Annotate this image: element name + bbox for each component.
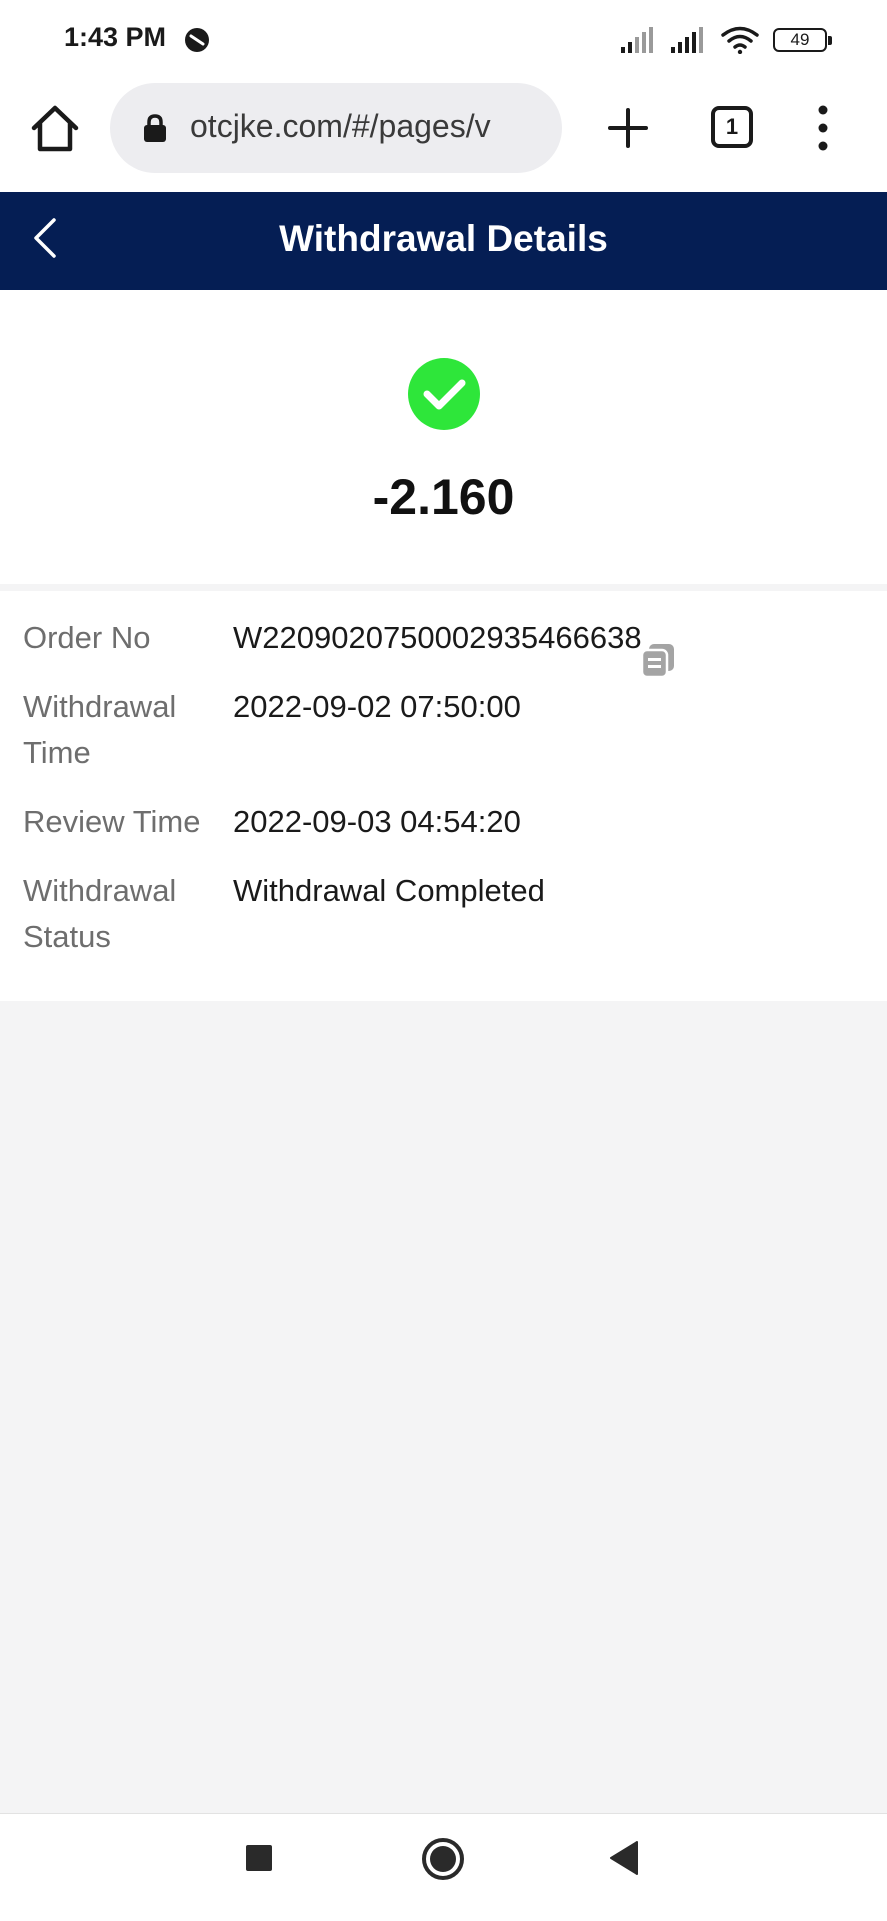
withdrawal-summary: -2.160 xyxy=(0,290,887,584)
status-bar: 1:43 PM 49 xyxy=(0,0,887,78)
withdrawal-details: Order No W2209020750002935466638 Withdra… xyxy=(0,591,887,1001)
new-tab-icon[interactable] xyxy=(606,106,650,150)
success-check-icon xyxy=(408,358,480,430)
browser-toolbar: otcjke.com/#/pages/v 1 xyxy=(0,78,887,192)
lock-icon xyxy=(144,114,166,142)
home-icon[interactable] xyxy=(28,102,82,156)
withdrawal-time-label: Withdrawal Time xyxy=(23,684,223,776)
review-time-label: Review Time xyxy=(23,804,201,839)
url-text[interactable]: otcjke.com/#/pages/v xyxy=(190,108,552,145)
review-time-value: 2022-09-03 04:54:20 xyxy=(233,804,521,839)
battery-icon: 49 xyxy=(773,28,832,52)
tab-switcher-button[interactable]: 1 xyxy=(711,106,753,148)
withdrawal-status-label-line1: Withdrawal xyxy=(23,873,177,908)
withdrawal-time-label-line1: Withdrawal xyxy=(23,689,177,724)
address-bar[interactable]: otcjke.com/#/pages/v xyxy=(110,83,562,173)
app-header: Withdrawal Details xyxy=(0,192,887,290)
order-no-label: Order No xyxy=(23,620,151,655)
signal-1-icon xyxy=(621,27,653,53)
withdrawal-time-value: 2022-09-02 07:50:00 xyxy=(233,689,521,724)
status-time: 1:43 PM xyxy=(64,22,167,52)
withdrawal-time-label-line2: Time xyxy=(23,735,91,770)
withdrawal-status-label: Withdrawal Status xyxy=(23,868,223,960)
withdrawal-status-label-line2: Status xyxy=(23,919,111,954)
do-not-disturb-icon xyxy=(185,28,209,52)
copy-icon[interactable] xyxy=(640,642,676,678)
withdrawal-status-value: Withdrawal Completed xyxy=(233,873,545,908)
recent-apps-icon[interactable] xyxy=(245,1844,273,1872)
wifi-icon xyxy=(721,26,759,54)
home-circle-icon[interactable] xyxy=(421,1837,465,1881)
signal-2-icon xyxy=(671,27,703,53)
order-no-value: W2209020750002935466638 xyxy=(233,620,642,655)
status-indicators: 49 xyxy=(621,26,832,54)
nav-back-icon[interactable] xyxy=(607,1840,641,1876)
withdrawal-amount: -2.160 xyxy=(372,469,515,525)
more-menu-icon[interactable] xyxy=(808,104,838,152)
page-title: Withdrawal Details xyxy=(279,218,608,259)
system-nav-bar xyxy=(0,1813,887,1921)
